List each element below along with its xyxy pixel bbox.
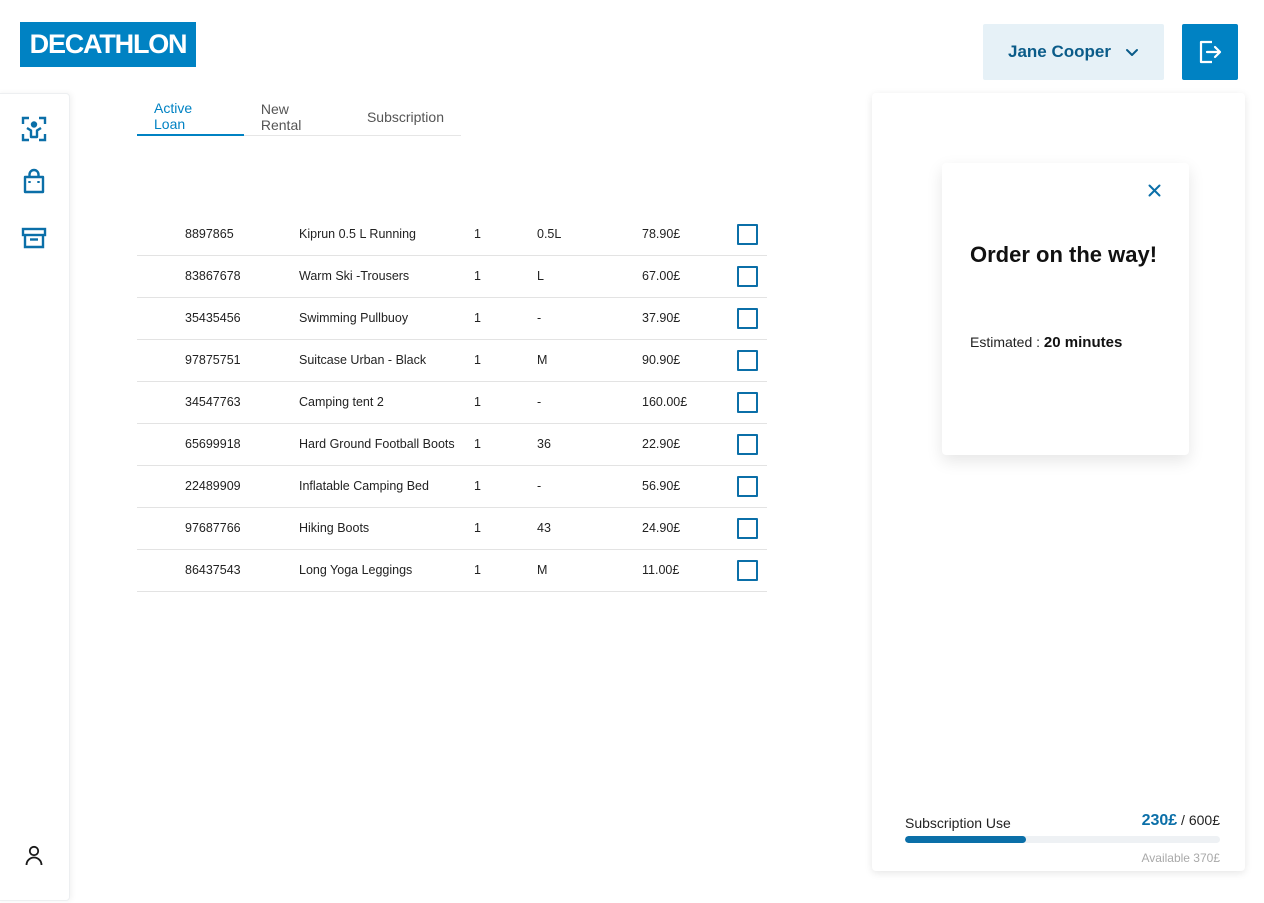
sidebar-item-shop[interactable] <box>17 164 51 198</box>
subscription-progress-fill <box>905 836 1026 843</box>
row-checkbox[interactable] <box>737 434 758 455</box>
item-size: 36 <box>537 437 551 451</box>
item-qty: 1 <box>474 269 481 283</box>
subscription-used: 230£ <box>1141 812 1178 829</box>
chevron-down-icon <box>1125 49 1138 56</box>
subscription-available: Available 370£ <box>1141 851 1220 865</box>
item-price: 160.00£ <box>642 395 688 409</box>
item-id: 86437543 <box>185 563 241 577</box>
item-size: 0.5L <box>537 227 562 241</box>
table-row: 22489909 Inflatable Camping Bed 1 - 56.9… <box>137 466 767 508</box>
item-qty: 1 <box>474 521 481 535</box>
close-icon <box>1148 184 1160 196</box>
table-row: 8897865 Kiprun 0.5 L Running 1 0.5L 78.9… <box>137 214 767 256</box>
item-qty: 1 <box>474 395 481 409</box>
sidebar-item-profile[interactable] <box>17 838 51 872</box>
item-price: 56.90£ <box>642 479 681 493</box>
subscription-amount: 230£ / 600£ <box>1142 812 1220 830</box>
item-qty: 1 <box>474 479 481 493</box>
item-price: 24.90£ <box>642 521 681 535</box>
logo-text: DECATHLON <box>29 29 188 59</box>
user-scan-icon <box>21 116 47 142</box>
table-row: 86437543 Long Yoga Leggings 1 M 11.00£ <box>137 550 767 592</box>
item-id: 35435456 <box>185 311 241 325</box>
sidebar-item-customer-scan[interactable] <box>17 112 51 146</box>
user-name: Jane Cooper <box>1008 42 1111 61</box>
logout-icon <box>1199 40 1222 64</box>
row-checkbox[interactable] <box>737 308 758 329</box>
item-price: 67.00£ <box>642 269 681 283</box>
order-title: Order on the way! <box>970 242 1158 267</box>
table-row: 97687766 Hiking Boots 1 43 24.90£ <box>137 508 767 550</box>
item-id: 97687766 <box>185 521 241 535</box>
decathlon-logo[interactable]: DECATHLON <box>20 22 196 67</box>
order-status-card: Order on the way! Estimated : 20 minutes <box>942 163 1189 455</box>
item-qty: 1 <box>474 437 481 451</box>
estimate-label: Estimated : <box>970 334 1044 350</box>
item-name: Long Yoga Leggings <box>299 563 413 577</box>
item-price: 11.00£ <box>642 563 680 577</box>
item-id: 8897865 <box>185 227 234 241</box>
subscription-total: / 600£ <box>1177 812 1220 828</box>
tab-new-rental[interactable]: New Rental <box>244 98 350 136</box>
item-name: Swimming Pullbuoy <box>299 311 409 325</box>
item-price: 90.90£ <box>642 353 681 367</box>
item-size: M <box>537 353 548 367</box>
row-checkbox[interactable] <box>737 392 758 413</box>
item-name: Hiking Boots <box>299 521 370 535</box>
logout-button[interactable] <box>1182 24 1238 80</box>
item-id: 34547763 <box>185 395 241 409</box>
tab-bar: Active Loan New Rental Subscription <box>137 98 461 136</box>
estimate-value: 20 minutes <box>1043 334 1123 351</box>
item-qty: 1 <box>474 353 481 367</box>
loan-items-table: 8897865 Kiprun 0.5 L Running 1 0.5L 78.9… <box>137 214 767 592</box>
item-id: 22489909 <box>185 479 241 493</box>
item-id: 83867678 <box>185 269 241 283</box>
item-size: 43 <box>537 521 551 535</box>
row-checkbox[interactable] <box>737 266 758 287</box>
tab-subscription[interactable]: Subscription <box>350 98 461 136</box>
tab-active-loan[interactable]: Active Loan <box>137 98 244 136</box>
subscription-progress-bar <box>905 836 1220 843</box>
profile-icon <box>25 845 43 866</box>
item-name: Hard Ground Football Boots <box>299 437 455 451</box>
row-checkbox[interactable] <box>737 350 758 371</box>
table-row: 97875751 Suitcase Urban - Black 1 M 90.9… <box>137 340 767 382</box>
item-qty: 1 <box>474 563 481 577</box>
item-name: Inflatable Camping Bed <box>299 479 429 493</box>
order-side-panel: Order on the way! Estimated : 20 minutes… <box>872 93 1245 871</box>
item-name: Camping tent 2 <box>299 395 384 409</box>
item-qty: 1 <box>474 227 481 241</box>
item-qty: 1 <box>474 311 481 325</box>
item-size: M <box>537 563 548 577</box>
table-row: 83867678 Warm Ski -Trousers 1 L 67.00£ <box>137 256 767 298</box>
item-size: - <box>537 395 542 409</box>
item-price: 22.90£ <box>642 437 681 451</box>
table-row: 34547763 Camping tent 2 1 - 160.00£ <box>137 382 767 424</box>
row-checkbox[interactable] <box>737 518 758 539</box>
user-menu-button[interactable]: Jane Cooper <box>983 24 1164 80</box>
subscription-use-label: Subscription Use <box>905 815 1011 831</box>
item-size: - <box>537 479 542 493</box>
archive-box-icon <box>21 227 47 249</box>
item-name: Kiprun 0.5 L Running <box>299 227 416 241</box>
order-estimate: Estimated : 20 minutes <box>970 334 1122 351</box>
item-id: 65699918 <box>185 437 241 451</box>
shopping-bag-icon <box>23 168 45 194</box>
item-id: 97875751 <box>185 353 241 367</box>
close-order-card-button[interactable] <box>1143 179 1165 201</box>
item-size: - <box>537 311 542 325</box>
item-size: L <box>537 269 544 283</box>
table-row: 35435456 Swimming Pullbuoy 1 - 37.90£ <box>137 298 767 340</box>
row-checkbox[interactable] <box>737 224 758 245</box>
item-name: Suitcase Urban - Black <box>299 353 427 367</box>
row-checkbox[interactable] <box>737 560 758 581</box>
item-price: 78.90£ <box>642 227 681 241</box>
row-checkbox[interactable] <box>737 476 758 497</box>
item-price: 37.90£ <box>642 311 681 325</box>
sidebar-item-storage[interactable] <box>17 221 51 255</box>
sidebar <box>0 93 70 901</box>
item-name: Warm Ski -Trousers <box>299 269 410 283</box>
table-row: 65699918 Hard Ground Football Boots 1 36… <box>137 424 767 466</box>
